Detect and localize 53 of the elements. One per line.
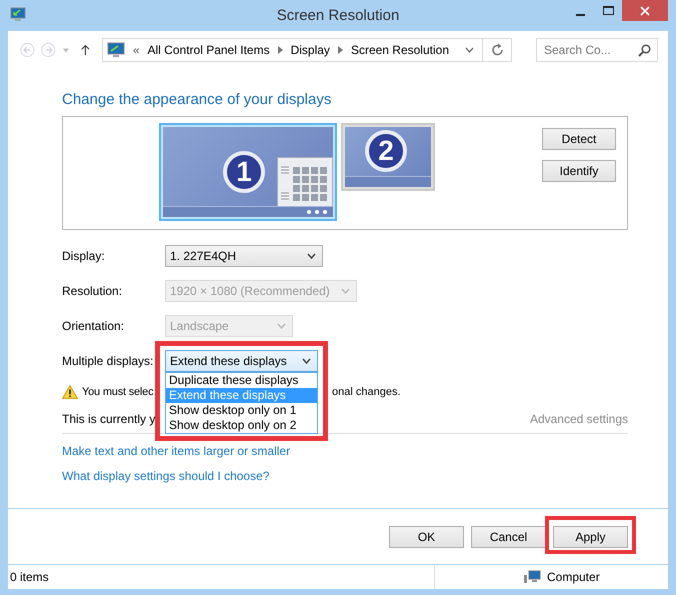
chevron-down-icon bbox=[277, 323, 286, 329]
chevron-down-icon bbox=[307, 253, 316, 259]
overflow-chevron[interactable]: « bbox=[132, 43, 140, 57]
monitor-action-button[interactable]: Identify bbox=[542, 160, 616, 182]
monitor-icon bbox=[106, 42, 125, 58]
breadcrumb[interactable]: All Control Panel Items bbox=[148, 43, 270, 57]
search-field[interactable]: Search Co... bbox=[536, 38, 658, 62]
maximize-icon bbox=[602, 6, 614, 16]
page-heading: Change the appearance of your displays bbox=[62, 91, 332, 108]
breadcrumb[interactable]: Screen Resolution bbox=[350, 43, 449, 57]
status-note: This is currently y bbox=[62, 412, 156, 426]
chevron-right-icon bbox=[278, 46, 283, 54]
dropdown-option[interactable]: Show desktop only on 1 bbox=[166, 403, 317, 418]
dialog-button[interactable]: Cancel bbox=[471, 526, 546, 548]
setting-dropdown[interactable]: 1. 227E4QH bbox=[165, 245, 323, 267]
monitor-action-button[interactable]: Detect bbox=[542, 128, 616, 150]
up-arrow-icon[interactable] bbox=[81, 43, 90, 57]
chevron-right-icon bbox=[338, 46, 343, 54]
monitor-number: 2 bbox=[365, 130, 407, 172]
computer-icon bbox=[523, 570, 541, 584]
monitor-tile[interactable]: 2 bbox=[341, 123, 435, 191]
address-bar[interactable]: « All Control Panel Items Display Screen Resolution bbox=[102, 38, 512, 62]
location-label: Computer bbox=[547, 570, 600, 584]
setting-label: Orientation: bbox=[62, 319, 124, 333]
chevron-down-icon bbox=[302, 358, 311, 364]
dialog-button[interactable]: Apply bbox=[553, 526, 628, 548]
help-link[interactable]: Make text and other items larger or smaller bbox=[62, 444, 290, 458]
warning-text: You must selec bbox=[82, 386, 154, 398]
warning-text: onal changes. bbox=[332, 386, 400, 398]
warning-icon bbox=[62, 385, 78, 399]
monitor-tile[interactable]: 1 bbox=[159, 123, 337, 221]
close-icon bbox=[640, 6, 650, 16]
dots-icon bbox=[307, 210, 327, 214]
setting-label: Display: bbox=[62, 249, 105, 263]
setting-label: Resolution: bbox=[62, 284, 122, 298]
start-screen-icon bbox=[277, 157, 333, 209]
dropdown-option[interactable]: Duplicate these displays bbox=[166, 373, 317, 388]
search-icon bbox=[638, 44, 651, 57]
dialog-button[interactable]: OK bbox=[389, 526, 464, 548]
monitor-number: 1 bbox=[223, 151, 265, 193]
chevron-down-icon bbox=[341, 288, 350, 294]
dropdown-option[interactable]: Show desktop only on 2 bbox=[166, 418, 317, 433]
setting-label: Multiple displays: bbox=[62, 354, 154, 368]
close-button[interactable] bbox=[622, 0, 668, 21]
minimize-icon bbox=[576, 14, 584, 16]
setting-dropdown[interactable]: Extend these displays bbox=[165, 350, 318, 372]
help-link[interactable]: What display settings should I choose? bbox=[62, 469, 270, 483]
breadcrumb[interactable]: Display bbox=[290, 43, 330, 57]
refresh-icon[interactable] bbox=[491, 43, 505, 57]
item-count: 0 items bbox=[9, 570, 50, 584]
chevron-down-icon[interactable] bbox=[465, 47, 474, 53]
window-title: Screen Resolution bbox=[276, 7, 400, 24]
monitor-icon bbox=[10, 7, 26, 23]
